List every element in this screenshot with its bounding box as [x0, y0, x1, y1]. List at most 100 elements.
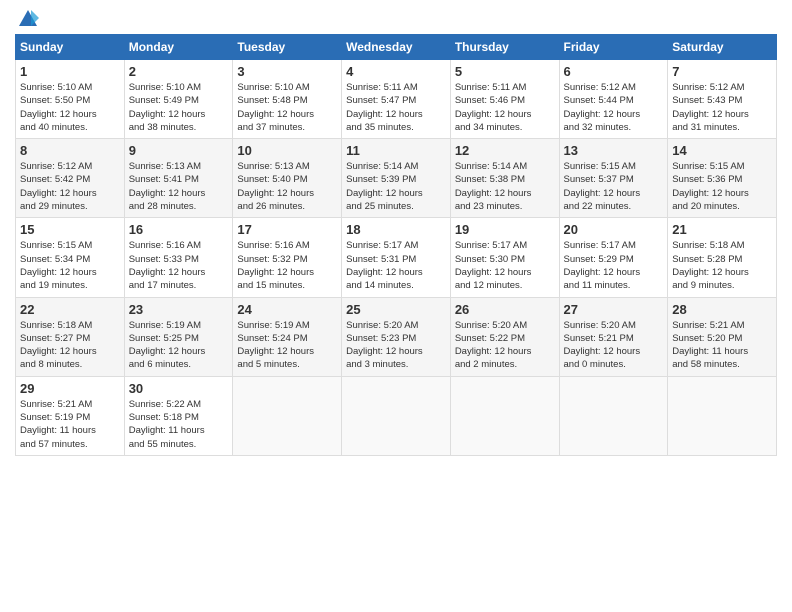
- calendar-cell: [559, 376, 668, 455]
- day-info: Sunrise: 5:18 AM Sunset: 5:28 PM Dayligh…: [672, 239, 772, 292]
- day-header-wednesday: Wednesday: [342, 35, 451, 60]
- calendar-cell: 1 Sunrise: 5:10 AM Sunset: 5:50 PM Daylig…: [16, 60, 125, 139]
- day-number: 14: [672, 143, 772, 158]
- calendar-week-2: 8Sunrise: 5:12 AM Sunset: 5:42 PM Daylig…: [16, 139, 777, 218]
- day-info: Sunrise: 5:10 AM Sunset: 5:48 PM Dayligh…: [237, 81, 337, 134]
- day-info: Sunrise: 5:13 AM Sunset: 5:41 PM Dayligh…: [129, 160, 229, 213]
- day-info: Sunrise: 5:18 AM Sunset: 5:27 PM Dayligh…: [20, 319, 120, 372]
- day-info: Sunrise: 5:22 AM Sunset: 5:18 PM Dayligh…: [129, 398, 229, 451]
- calendar-cell: 28 Sunrise: 5:21 AM Sunset: 5:20 PM Dayli…: [668, 297, 777, 376]
- calendar-cell: 18 Sunrise: 5:17 AM Sunset: 5:31 PM Dayli…: [342, 218, 451, 297]
- day-header-thursday: Thursday: [450, 35, 559, 60]
- day-info: Sunrise: 5:13 AM Sunset: 5:40 PM Dayligh…: [237, 160, 337, 213]
- day-number: 11: [346, 143, 446, 158]
- day-info: Sunrise: 5:20 AM Sunset: 5:23 PM Dayligh…: [346, 319, 446, 372]
- calendar-cell: 21 Sunrise: 5:18 AM Sunset: 5:28 PM Dayli…: [668, 218, 777, 297]
- calendar-cell: 27 Sunrise: 5:20 AM Sunset: 5:21 PM Dayli…: [559, 297, 668, 376]
- day-info: Sunrise: 5:11 AM Sunset: 5:47 PM Dayligh…: [346, 81, 446, 134]
- calendar-cell: 12Sunrise: 5:14 AM Sunset: 5:38 PM Dayli…: [450, 139, 559, 218]
- calendar-cell: 3 Sunrise: 5:10 AM Sunset: 5:48 PM Daylig…: [233, 60, 342, 139]
- day-info: Sunrise: 5:11 AM Sunset: 5:46 PM Dayligh…: [455, 81, 555, 134]
- calendar-cell: 5 Sunrise: 5:11 AM Sunset: 5:46 PM Daylig…: [450, 60, 559, 139]
- calendar-cell: 9 Sunrise: 5:13 AM Sunset: 5:41 PM Daylig…: [124, 139, 233, 218]
- calendar-cell: [668, 376, 777, 455]
- day-number: 17: [237, 222, 337, 237]
- calendar-cell: 2 Sunrise: 5:10 AM Sunset: 5:49 PM Daylig…: [124, 60, 233, 139]
- day-info: Sunrise: 5:12 AM Sunset: 5:42 PM Dayligh…: [20, 160, 120, 213]
- calendar-cell: 13 Sunrise: 5:15 AM Sunset: 5:37 PM Dayli…: [559, 139, 668, 218]
- day-info: Sunrise: 5:16 AM Sunset: 5:32 PM Dayligh…: [237, 239, 337, 292]
- calendar-cell: 29Sunrise: 5:21 AM Sunset: 5:19 PM Dayli…: [16, 376, 125, 455]
- day-header-tuesday: Tuesday: [233, 35, 342, 60]
- calendar-cell: 10 Sunrise: 5:13 AM Sunset: 5:40 PM Dayli…: [233, 139, 342, 218]
- day-info: Sunrise: 5:17 AM Sunset: 5:29 PM Dayligh…: [564, 239, 664, 292]
- day-number: 27: [564, 302, 664, 317]
- day-number: 13: [564, 143, 664, 158]
- logo: [15, 10, 39, 26]
- calendar-cell: 19 Sunrise: 5:17 AM Sunset: 5:30 PM Dayli…: [450, 218, 559, 297]
- day-number: 19: [455, 222, 555, 237]
- day-info: Sunrise: 5:10 AM Sunset: 5:49 PM Dayligh…: [129, 81, 229, 134]
- day-number: 5: [455, 64, 555, 79]
- header: [15, 10, 777, 26]
- day-number: 1: [20, 64, 120, 79]
- calendar-week-1: 1 Sunrise: 5:10 AM Sunset: 5:50 PM Daylig…: [16, 60, 777, 139]
- day-number: 20: [564, 222, 664, 237]
- calendar-cell: 17 Sunrise: 5:16 AM Sunset: 5:32 PM Dayli…: [233, 218, 342, 297]
- calendar-cell: 14 Sunrise: 5:15 AM Sunset: 5:36 PM Dayli…: [668, 139, 777, 218]
- calendar-cell: [342, 376, 451, 455]
- day-number: 15: [20, 222, 120, 237]
- day-info: Sunrise: 5:12 AM Sunset: 5:43 PM Dayligh…: [672, 81, 772, 134]
- day-number: 10: [237, 143, 337, 158]
- calendar-cell: 16 Sunrise: 5:16 AM Sunset: 5:33 PM Dayli…: [124, 218, 233, 297]
- day-number: 30: [129, 381, 229, 396]
- day-info: Sunrise: 5:17 AM Sunset: 5:30 PM Dayligh…: [455, 239, 555, 292]
- day-info: Sunrise: 5:21 AM Sunset: 5:20 PM Dayligh…: [672, 319, 772, 372]
- calendar-table: SundayMondayTuesdayWednesdayThursdayFrid…: [15, 34, 777, 456]
- calendar-cell: 20 Sunrise: 5:17 AM Sunset: 5:29 PM Dayli…: [559, 218, 668, 297]
- day-info: Sunrise: 5:19 AM Sunset: 5:24 PM Dayligh…: [237, 319, 337, 372]
- day-number: 12: [455, 143, 555, 158]
- calendar-week-5: 29Sunrise: 5:21 AM Sunset: 5:19 PM Dayli…: [16, 376, 777, 455]
- day-header-sunday: Sunday: [16, 35, 125, 60]
- day-number: 6: [564, 64, 664, 79]
- day-number: 22: [20, 302, 120, 317]
- day-number: 21: [672, 222, 772, 237]
- calendar-cell: 4 Sunrise: 5:11 AM Sunset: 5:47 PM Daylig…: [342, 60, 451, 139]
- day-number: 2: [129, 64, 229, 79]
- day-info: Sunrise: 5:19 AM Sunset: 5:25 PM Dayligh…: [129, 319, 229, 372]
- logo-icon: [17, 8, 39, 30]
- day-number: 18: [346, 222, 446, 237]
- calendar-cell: 22 Sunrise: 5:18 AM Sunset: 5:27 PM Dayli…: [16, 297, 125, 376]
- day-info: Sunrise: 5:16 AM Sunset: 5:33 PM Dayligh…: [129, 239, 229, 292]
- day-number: 25: [346, 302, 446, 317]
- calendar-cell: 8Sunrise: 5:12 AM Sunset: 5:42 PM Daylig…: [16, 139, 125, 218]
- day-number: 4: [346, 64, 446, 79]
- day-info: Sunrise: 5:20 AM Sunset: 5:22 PM Dayligh…: [455, 319, 555, 372]
- calendar-week-4: 22 Sunrise: 5:18 AM Sunset: 5:27 PM Dayli…: [16, 297, 777, 376]
- calendar-week-3: 15 Sunrise: 5:15 AM Sunset: 5:34 PM Dayli…: [16, 218, 777, 297]
- day-info: Sunrise: 5:15 AM Sunset: 5:34 PM Dayligh…: [20, 239, 120, 292]
- day-info: Sunrise: 5:15 AM Sunset: 5:36 PM Dayligh…: [672, 160, 772, 213]
- calendar-header-row: SundayMondayTuesdayWednesdayThursdayFrid…: [16, 35, 777, 60]
- calendar-cell: 24 Sunrise: 5:19 AM Sunset: 5:24 PM Dayli…: [233, 297, 342, 376]
- calendar-cell: 7 Sunrise: 5:12 AM Sunset: 5:43 PM Daylig…: [668, 60, 777, 139]
- day-number: 24: [237, 302, 337, 317]
- day-info: Sunrise: 5:15 AM Sunset: 5:37 PM Dayligh…: [564, 160, 664, 213]
- day-info: Sunrise: 5:14 AM Sunset: 5:39 PM Dayligh…: [346, 160, 446, 213]
- day-number: 7: [672, 64, 772, 79]
- day-number: 28: [672, 302, 772, 317]
- day-header-friday: Friday: [559, 35, 668, 60]
- day-info: Sunrise: 5:10 AM Sunset: 5:50 PM Dayligh…: [20, 81, 120, 134]
- calendar-cell: [233, 376, 342, 455]
- calendar-cell: 26Sunrise: 5:20 AM Sunset: 5:22 PM Dayli…: [450, 297, 559, 376]
- day-header-monday: Monday: [124, 35, 233, 60]
- calendar-cell: 30 Sunrise: 5:22 AM Sunset: 5:18 PM Dayli…: [124, 376, 233, 455]
- day-info: Sunrise: 5:20 AM Sunset: 5:21 PM Dayligh…: [564, 319, 664, 372]
- day-info: Sunrise: 5:17 AM Sunset: 5:31 PM Dayligh…: [346, 239, 446, 292]
- day-number: 16: [129, 222, 229, 237]
- calendar-cell: 23Sunrise: 5:19 AM Sunset: 5:25 PM Dayli…: [124, 297, 233, 376]
- day-number: 3: [237, 64, 337, 79]
- day-number: 9: [129, 143, 229, 158]
- day-number: 29: [20, 381, 120, 396]
